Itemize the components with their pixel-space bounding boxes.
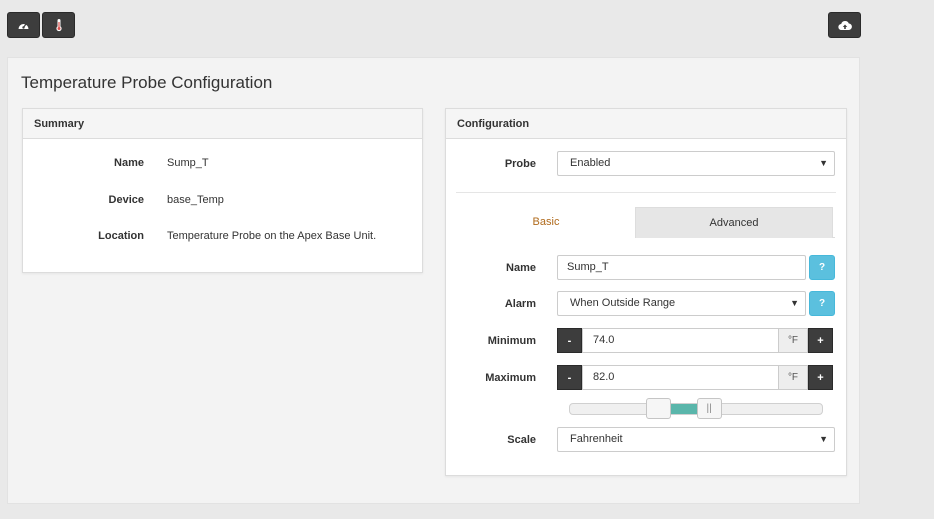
probe-select-value: Enabled <box>570 157 611 169</box>
slider-min-handle[interactable]: || <box>646 398 672 419</box>
cloud-upload-icon <box>837 20 852 31</box>
summary-heading: Summary <box>23 109 422 139</box>
upload-button[interactable] <box>828 12 861 38</box>
scale-label: Scale <box>507 434 536 446</box>
minimum-label: Minimum <box>487 335 536 347</box>
probe-select[interactable]: Enabled ▼ <box>557 151 835 176</box>
alarm-select-value: When Outside Range <box>570 297 676 309</box>
maximum-label: Maximum <box>485 372 536 384</box>
page-container: Temperature Probe Configuration Summary … <box>7 57 860 504</box>
scale-select[interactable]: Fahrenheit ▼ <box>557 427 835 452</box>
caret-down-icon: ▼ <box>819 434 828 444</box>
range-slider[interactable]: || || <box>569 398 823 419</box>
summary-panel: Summary Name Sump_T Device base_Temp Loc… <box>22 108 423 273</box>
caret-down-icon: ▼ <box>819 158 828 168</box>
minimum-increment-button[interactable]: + <box>808 328 833 353</box>
thermometer-button[interactable] <box>42 12 75 38</box>
name-input[interactable]: Sump_T <box>557 255 806 280</box>
maximum-input[interactable]: 82.0 <box>582 365 779 390</box>
summary-value: base_Temp <box>167 194 224 206</box>
scale-select-value: Fahrenheit <box>570 433 623 445</box>
caret-down-icon: ▼ <box>790 298 799 308</box>
tab-basic[interactable]: Basic <box>457 207 635 238</box>
summary-label: Location <box>98 230 144 242</box>
maximum-unit: °F <box>778 365 808 390</box>
slider-max-handle[interactable]: || <box>696 398 722 419</box>
alarm-select[interactable]: When Outside Range ▼ <box>557 291 806 316</box>
dashboard-button[interactable] <box>7 12 40 38</box>
minimum-unit: °F <box>778 328 808 353</box>
probe-label: Probe <box>504 158 536 170</box>
name-label: Name <box>506 262 536 274</box>
summary-value: Sump_T <box>167 157 209 169</box>
help-icon: ? <box>818 298 826 309</box>
minimum-input[interactable]: 74.0 <box>582 328 779 353</box>
thermometer-icon <box>55 18 63 32</box>
configuration-heading: Configuration <box>446 109 846 139</box>
alarm-help-button[interactable]: ? <box>809 291 835 316</box>
config-tabs: Basic Advanced <box>457 207 835 238</box>
alarm-label: Alarm <box>504 298 536 310</box>
maximum-increment-button[interactable]: + <box>808 365 833 390</box>
maximum-decrement-button[interactable]: - <box>557 365 582 390</box>
page-title: Temperature Probe Configuration <box>21 73 273 92</box>
name-help-button[interactable]: ? <box>809 255 835 280</box>
tab-advanced[interactable]: Advanced <box>635 207 833 238</box>
minimum-decrement-button[interactable]: - <box>557 328 582 353</box>
top-toolbar <box>0 0 934 50</box>
summary-value: Temperature Probe on the Apex Base Unit. <box>167 230 377 242</box>
grip-icon: || <box>706 403 712 414</box>
divider <box>456 192 836 193</box>
configuration-panel: Configuration Probe Enabled ▼ Basic Adva… <box>445 108 847 476</box>
summary-label: Device <box>108 194 144 206</box>
dashboard-gauge-icon <box>17 20 30 31</box>
summary-label: Name <box>114 157 144 169</box>
help-icon: ? <box>818 262 826 273</box>
